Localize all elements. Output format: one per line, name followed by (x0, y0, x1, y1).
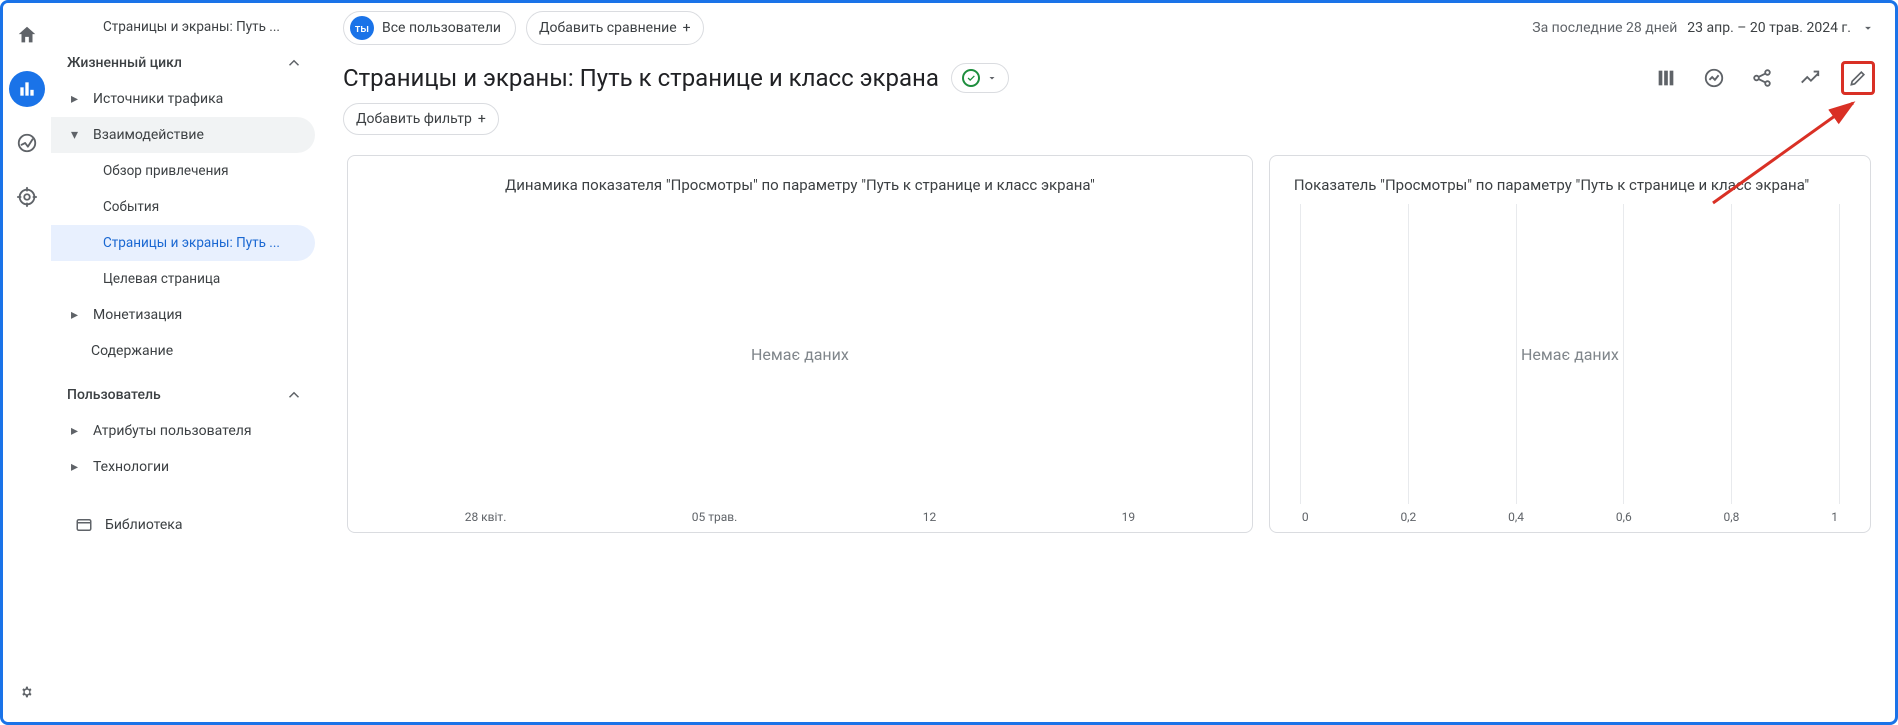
nav-home-icon[interactable] (9, 17, 45, 53)
x-tick: 12 (923, 510, 937, 524)
date-range-picker[interactable]: За последние 28 дней 23 апр. – 20 трав. … (1532, 20, 1875, 36)
chart-body: Немає даних (372, 204, 1228, 504)
section-label: Пользователь (67, 387, 161, 403)
chart-card-trend: Динамика показателя "Просмотры" по парам… (347, 155, 1253, 533)
add-comparison-button[interactable]: Добавить сравнение + (526, 11, 704, 45)
sidebar-item-pages-screens[interactable]: Страницы и экраны: Путь ... (51, 225, 315, 261)
sidebar-crumb-current[interactable]: Страницы и экраны: Путь ... (51, 9, 315, 45)
insights-icon[interactable] (1697, 61, 1731, 95)
nav-reports-icon[interactable] (9, 71, 45, 107)
x-tick: 0,6 (1616, 510, 1632, 524)
sidebar: Страницы и экраны: Путь ... Жизненный ци… (51, 3, 323, 722)
add-filter-button[interactable]: Добавить фильтр + (343, 103, 499, 135)
x-tick: 1 (1831, 510, 1838, 524)
chart-card-breakdown: Показатель "Просмотры" по параметру "Пут… (1269, 155, 1871, 533)
page-title: Страницы и экраны: Путь к странице и кла… (343, 64, 939, 92)
nav-admin-icon[interactable] (9, 674, 45, 710)
chart-title: Показатель "Просмотры" по параметру "Пут… (1294, 176, 1846, 194)
x-axis: 0 0,2 0,4 0,6 0,8 1 (1294, 504, 1846, 524)
date-range-value: 23 апр. – 20 трав. 2024 г. (1687, 20, 1851, 36)
filterbar: Добавить фильтр + (323, 99, 1895, 147)
sidebar-library[interactable]: Библиотека (51, 505, 323, 545)
nav-explore-icon[interactable] (9, 125, 45, 161)
sidebar-item-label: Монетизация (93, 307, 182, 323)
caret-right-icon: ▸ (71, 459, 87, 475)
nodata-label: Немає даних (751, 345, 849, 364)
sidebar-item-label: Источники трафика (93, 91, 223, 107)
sidebar-item-tech[interactable]: ▸ Технологии (51, 449, 315, 485)
sidebar-item-user-attributes[interactable]: ▸ Атрибуты пользователя (51, 413, 315, 449)
x-tick: 19 (1122, 510, 1136, 524)
cards-row: Динамика показателя "Просмотры" по парам… (323, 147, 1895, 541)
sidebar-item-label: Технологии (93, 459, 169, 475)
plus-icon: + (683, 20, 691, 36)
segment-badge: ты (350, 16, 374, 40)
x-tick: 0 (1302, 510, 1309, 524)
caret-right-icon: ▸ (71, 91, 87, 107)
share-icon[interactable] (1745, 61, 1779, 95)
sidebar-section-lifecycle[interactable]: Жизненный цикл (51, 45, 315, 81)
x-tick: 0,2 (1400, 510, 1416, 524)
sidebar-section-user[interactable]: Пользователь (51, 377, 315, 413)
segment-chip-all-users[interactable]: ты Все пользователи (343, 11, 516, 45)
sidebar-item-label: События (103, 199, 159, 215)
nav-advertising-icon[interactable] (9, 179, 45, 215)
date-range-label: За последние 28 дней (1532, 20, 1677, 36)
segment-label: Все пользователи (382, 20, 501, 36)
sidebar-item-engagement[interactable]: ▾ Взаимодействие (51, 117, 315, 153)
section-label: Жизненный цикл (67, 55, 182, 71)
edit-pencil-icon[interactable] (1841, 61, 1875, 95)
icon-rail (3, 3, 51, 722)
customize-columns-icon[interactable] (1649, 61, 1683, 95)
chart-title: Динамика показателя "Просмотры" по парам… (372, 176, 1228, 194)
caret-right-icon: ▸ (71, 307, 87, 323)
add-filter-label: Добавить фильтр (356, 111, 472, 127)
x-tick: 05 трав. (692, 510, 738, 524)
x-tick: 28 квіт. (465, 510, 507, 524)
sidebar-item-content[interactable]: Содержание (51, 333, 315, 369)
sidebar-item-events[interactable]: События (51, 189, 315, 225)
chevron-down-icon (986, 72, 998, 84)
chevron-up-icon (285, 54, 303, 72)
sidebar-item-landing-page[interactable]: Целевая страница (51, 261, 315, 297)
x-tick: 0,4 (1508, 510, 1524, 524)
toolbar (1649, 61, 1875, 95)
plus-icon: + (478, 111, 486, 127)
gridlines (1294, 204, 1846, 504)
caret-down-icon: ▾ (71, 127, 87, 143)
x-tick: 0,8 (1724, 510, 1740, 524)
trends-icon[interactable] (1793, 61, 1827, 95)
status-pill[interactable] (951, 63, 1009, 93)
caret-right-icon: ▸ (71, 423, 87, 439)
sidebar-item-traffic-sources[interactable]: ▸ Источники трафика (51, 81, 315, 117)
chevron-down-icon (1861, 21, 1875, 35)
sidebar-item-label: Обзор привлечения (103, 163, 229, 179)
chevron-up-icon (285, 386, 303, 404)
check-circle-icon (962, 69, 980, 87)
topbar: ты Все пользователи Добавить сравнение +… (323, 3, 1895, 53)
chart-body: Немає даних (1294, 204, 1846, 504)
sidebar-item-label: Атрибуты пользователя (93, 423, 252, 439)
x-axis: 28 квіт. 05 трав. 12 19 (372, 504, 1228, 524)
sidebar-item-label: Страницы и экраны: Путь ... (103, 235, 280, 251)
sidebar-crumb-label: Страницы и экраны: Путь ... (103, 19, 280, 35)
sidebar-item-monetization[interactable]: ▸ Монетизация (51, 297, 315, 333)
sidebar-item-label: Взаимодействие (93, 127, 204, 143)
main-content: ты Все пользователи Добавить сравнение +… (323, 3, 1895, 722)
sidebar-item-label: Целевая страница (103, 271, 220, 287)
sidebar-item-label: Содержание (91, 343, 173, 359)
library-icon (75, 516, 93, 534)
sidebar-library-label: Библиотека (105, 517, 182, 533)
titlebar: Страницы и экраны: Путь к странице и кла… (323, 53, 1895, 99)
add-comparison-label: Добавить сравнение (539, 20, 677, 36)
sidebar-item-acquisition-overview[interactable]: Обзор привлечения (51, 153, 315, 189)
